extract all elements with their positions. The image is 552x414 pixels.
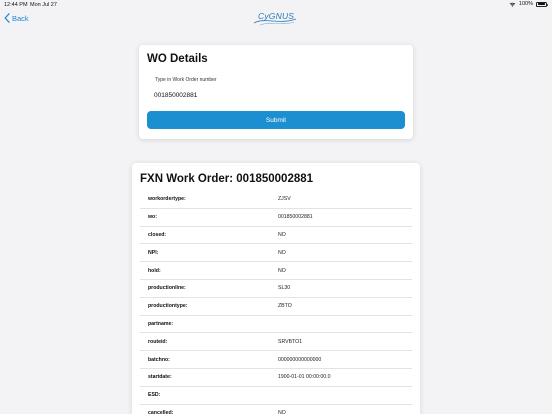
table-row: closed: NO (140, 227, 412, 245)
field-key: NPI: (148, 249, 159, 256)
field-value: NO (278, 249, 286, 256)
back-label: Back (12, 13, 29, 23)
table-row: cancelled: NO (140, 405, 412, 414)
field-value: ZJSV (278, 196, 291, 203)
table-row: ESD: (140, 387, 412, 405)
field-key: batchno: (148, 356, 170, 363)
wifi-icon (509, 2, 516, 7)
work-order-card: FXN Work Order: 001850002881 workorderty… (132, 163, 420, 414)
field-value: 001850002881 (278, 214, 313, 221)
field-key: startdate: (148, 374, 172, 381)
field-key: hold: (148, 267, 161, 274)
table-row: hold: NO (140, 262, 412, 280)
status-right: 100% (509, 1, 548, 7)
work-order-input[interactable] (154, 89, 394, 101)
field-key: ESD: (148, 392, 161, 399)
app-screen: 12:44 PM Mon Jul 27 100% Back CyGNUS WO … (0, 0, 552, 414)
field-value: NO (278, 409, 286, 414)
submit-button[interactable]: Submit (147, 111, 405, 129)
status-bar: 12:44 PM Mon Jul 27 100% (0, 0, 552, 9)
back-button[interactable]: Back (4, 12, 29, 24)
field-value: 1900-01-01 00:00:00.0 (278, 374, 331, 381)
field-value: 000000000000000 (278, 356, 322, 363)
cygnus-logo: CyGNUS (250, 9, 300, 28)
field-value: NO (278, 267, 286, 274)
navigation-bar: Back CyGNUS (0, 9, 552, 29)
table-row: partname: (140, 316, 412, 334)
work-order-table: workordertype: ZJSV wo: 001850002881 clo… (140, 191, 412, 414)
field-key: productiontype: (148, 303, 188, 310)
battery-icon (536, 1, 548, 7)
field-key: partname: (148, 320, 174, 327)
logo-text: CyGNUS (258, 11, 295, 21)
work-order-title: FXN Work Order: 001850002881 (140, 173, 314, 185)
field-key: closed: (148, 231, 167, 238)
chevron-left-icon (4, 13, 10, 23)
battery-percent: 100% (518, 1, 533, 7)
field-value: NO (278, 231, 286, 238)
work-order-input-label: Type in Work Order number (155, 77, 217, 83)
table-row: productiontype: ZBTO (140, 298, 412, 316)
table-row: productionline: SL30 (140, 280, 412, 298)
field-key: productionline: (148, 285, 186, 292)
table-row: batchno: 000000000000000 (140, 351, 412, 369)
status-date: Mon Jul 27 (30, 1, 57, 8)
field-key: routeid: (148, 338, 168, 345)
table-row: routeid: SRVBTO1 (140, 333, 412, 352)
table-row: NPI: NO (140, 244, 412, 263)
field-key: workordertype: (148, 196, 186, 203)
table-row: startdate: 1900-01-01 00:00:00.0 (140, 369, 412, 387)
wo-details-card: WO Details Type in Work Order number Sub… (139, 45, 413, 139)
table-row: wo: 001850002881 (140, 209, 412, 227)
field-value: SRVBTO1 (278, 338, 303, 345)
wo-details-title: WO Details (147, 53, 208, 65)
table-row: workordertype: ZJSV (140, 191, 412, 209)
field-value: SL30 (278, 285, 291, 292)
field-key: wo: (148, 214, 157, 221)
field-value: ZBTO (278, 303, 292, 310)
status-time: 12:44 PM (4, 1, 28, 8)
field-key: cancelled: (148, 409, 174, 414)
